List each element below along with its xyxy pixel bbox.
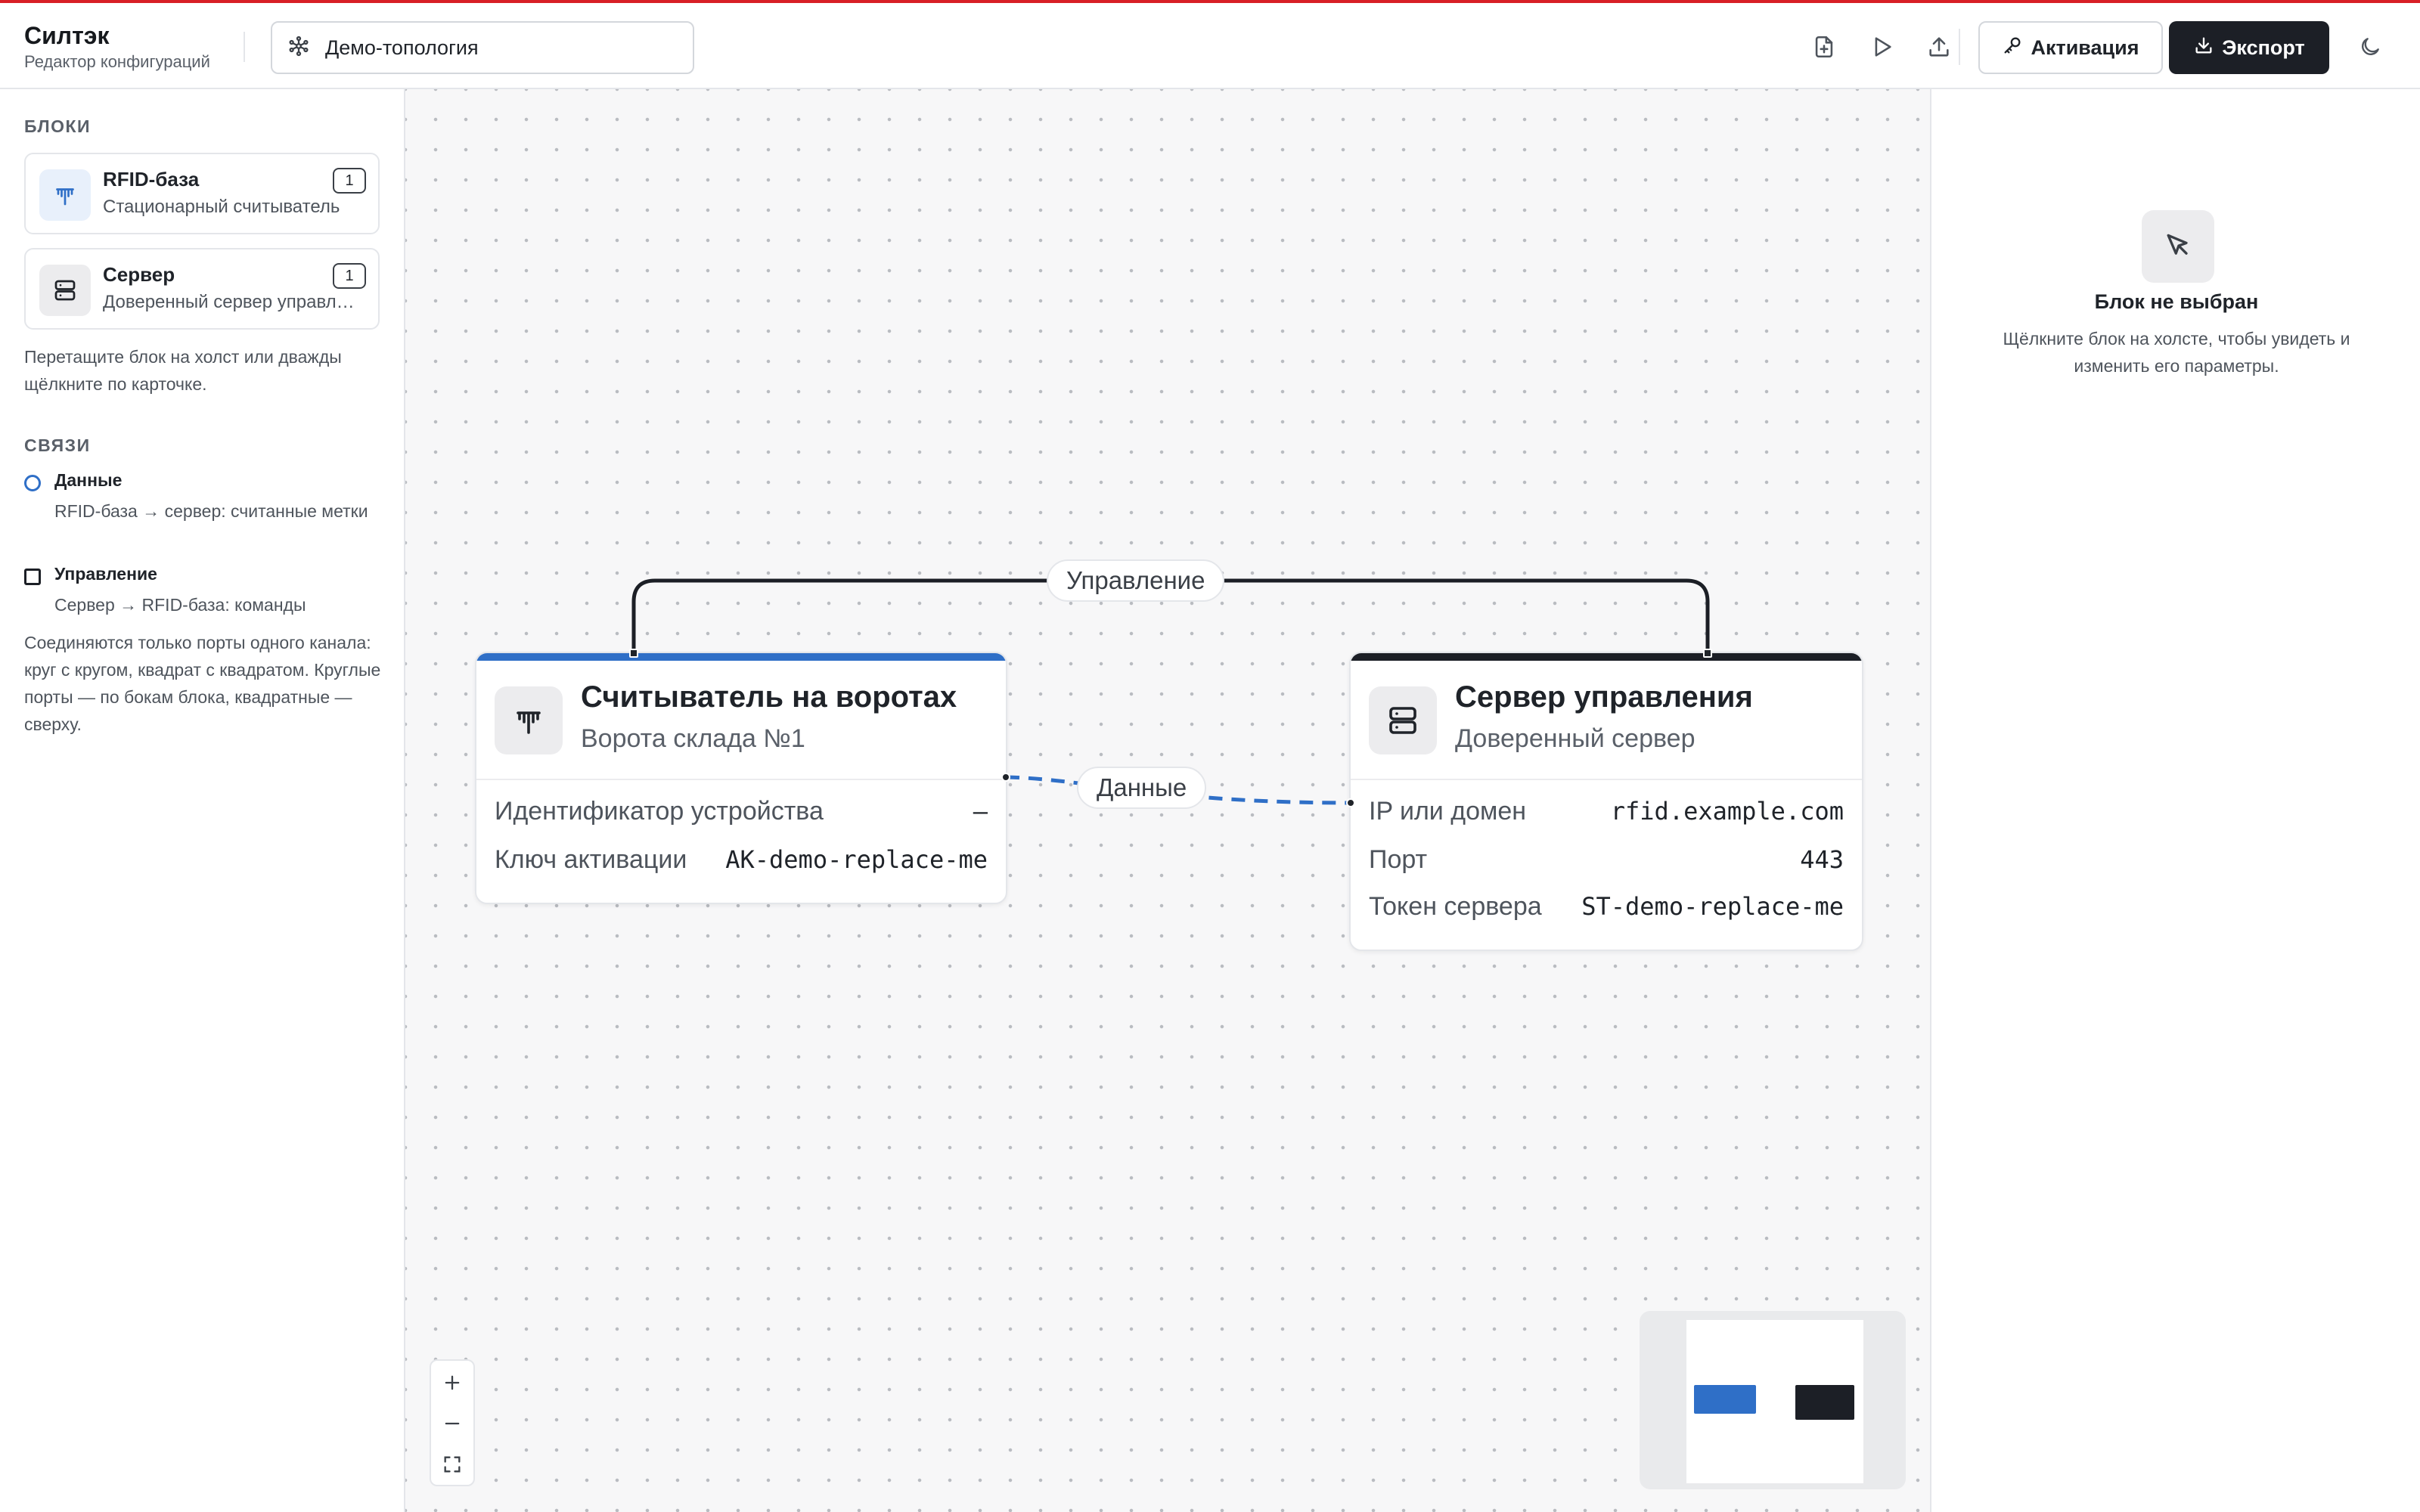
node-divider — [1351, 779, 1862, 780]
prop-label: Токен сервера — [1369, 891, 1542, 921]
links-section-title: СВЯЗИ — [24, 435, 91, 455]
link-desc: RFID-база → сервер: считанные метки — [54, 501, 368, 521]
node-subtitle: Ворота склада №1 — [581, 724, 805, 753]
zoom-in-button[interactable] — [431, 1362, 473, 1403]
node-prop-row: IP или домен rfid.example.com — [1369, 792, 1844, 830]
activation-button[interactable]: Активация — [1978, 21, 2163, 74]
block-count-badge: 1 — [333, 168, 366, 194]
prop-label: Порт — [1369, 844, 1428, 874]
node-accent-bar — [1351, 653, 1862, 661]
toolbar-divider — [1959, 29, 1960, 65]
activation-label: Активация — [2031, 36, 2139, 59]
prop-label: IP или домен — [1369, 796, 1527, 826]
play-icon[interactable] — [1866, 32, 1897, 62]
server-data-port[interactable] — [1346, 798, 1355, 807]
node-reader[interactable]: Считыватель на воротах Ворота склада №1 … — [475, 652, 1007, 904]
server-control-port[interactable] — [1703, 649, 1712, 658]
data-edge-label[interactable]: Данные — [1077, 767, 1207, 809]
block-name: RFID-база — [103, 168, 200, 191]
link-name: Данные — [54, 470, 123, 490]
moon-icon[interactable] — [2355, 32, 2385, 62]
topology-canvas[interactable]: Управление Данные Считыватель на воротах… — [405, 89, 1930, 1512]
node-server[interactable]: Сервер управления Доверенный сервер IP и… — [1349, 652, 1863, 951]
prop-value: AK-demo-replace-me — [725, 845, 988, 874]
block-card-server[interactable]: Сервер Доверенный сервер управления 1 — [24, 248, 380, 330]
upload-icon[interactable] — [1924, 32, 1954, 62]
link-desc: Сервер → RFID-база: команды — [54, 595, 306, 615]
brand: Силтэк Редактор конфигураций — [24, 21, 210, 73]
brand-subtitle: Редактор конфигураций — [24, 52, 210, 71]
blocks-section-title: БЛОКИ — [24, 116, 92, 136]
blocks-hint: Перетащите блок на холст или дважды щёлк… — [24, 347, 342, 394]
antenna-icon — [39, 169, 91, 221]
server-icon — [1369, 686, 1437, 754]
node-title: Считыватель на воротах — [581, 680, 957, 714]
block-desc: Доверенный сервер управления — [103, 292, 360, 312]
node-divider — [476, 779, 1006, 780]
reader-data-port[interactable] — [1001, 773, 1010, 782]
minimap[interactable] — [1640, 1311, 1906, 1489]
block-count-badge: 1 — [333, 263, 366, 289]
zoom-out-button[interactable] — [431, 1403, 473, 1444]
prop-value: — — [973, 797, 988, 826]
prop-value: ST-demo-replace-me — [1581, 892, 1844, 921]
prop-value: 443 — [1800, 845, 1844, 874]
empty-state-title: Блок не выбран — [2094, 290, 2259, 313]
new-file-icon[interactable] — [1809, 32, 1839, 62]
brand-title: Силтэк — [24, 22, 110, 49]
key-icon — [2002, 35, 2023, 61]
node-prop-row: Идентификатор устройства — — [495, 792, 988, 830]
properties-panel: Блок не выбран Щёлкните блок на холсте, … — [1930, 89, 2420, 1512]
minimap-node-server — [1795, 1385, 1854, 1420]
block-card-rfid[interactable]: RFID-база Стационарный считыватель 1 — [24, 153, 380, 234]
prop-label: Идентификатор устройства — [495, 796, 824, 826]
block-desc: Стационарный считыватель — [103, 197, 340, 217]
antenna-icon — [495, 686, 563, 754]
plus-icon — [445, 1375, 460, 1390]
export-label: Экспорт — [2222, 36, 2305, 59]
fit-view-icon — [444, 1456, 461, 1473]
fit-view-button[interactable] — [431, 1444, 473, 1485]
project-name-field[interactable]: Демо-топология — [271, 21, 694, 74]
top-bar: Силтэк Редактор конфигураций Демо-тополо… — [0, 0, 2420, 89]
node-prop-row: Порт 443 — [1369, 841, 1844, 878]
prop-label: Ключ активации — [495, 844, 687, 874]
topology-icon — [287, 35, 310, 61]
minus-icon — [445, 1422, 460, 1425]
node-subtitle: Доверенный сервер — [1455, 724, 1696, 753]
empty-state-text: Щёлкните блок на холсте, чтобы увидеть и… — [2003, 329, 2350, 376]
left-sidebar: БЛОКИ RFID-база Стационарный считыватель… — [0, 89, 405, 1512]
minimap-node-reader — [1694, 1385, 1756, 1414]
circle-port-icon — [24, 475, 41, 491]
project-name: Демо-топология — [325, 36, 479, 59]
node-prop-row: Токен сервера ST-demo-replace-me — [1369, 888, 1844, 925]
brand-divider — [244, 32, 245, 62]
node-title: Сервер управления — [1455, 680, 1753, 714]
square-port-icon — [24, 569, 41, 585]
reader-control-port[interactable] — [629, 649, 638, 658]
link-name: Управление — [54, 564, 157, 584]
control-edge-label[interactable]: Управление — [1047, 559, 1225, 602]
minimap-viewport — [1686, 1320, 1863, 1483]
download-icon — [2193, 35, 2214, 61]
node-prop-row: Ключ активации AK-demo-replace-me — [495, 841, 988, 878]
export-button[interactable]: Экспорт — [2169, 21, 2329, 74]
block-name: Сервер — [103, 263, 175, 286]
zoom-controls — [430, 1359, 475, 1486]
node-accent-bar — [476, 653, 1006, 661]
links-hint: Соединяются только порты одного канала: … — [24, 633, 381, 734]
cursor-pointer-icon — [2142, 210, 2214, 283]
server-icon — [39, 265, 91, 316]
prop-value: rfid.example.com — [1610, 797, 1844, 826]
